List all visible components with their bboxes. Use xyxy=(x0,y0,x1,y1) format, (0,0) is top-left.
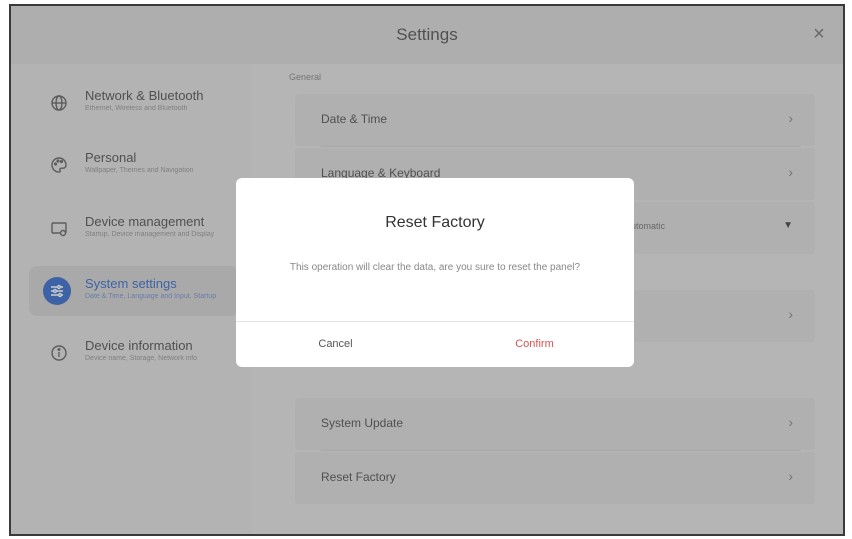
confirm-button[interactable]: Confirm xyxy=(435,321,634,367)
dialog-message: This operation will clear the data, are … xyxy=(289,262,581,273)
dialog-title: Reset Factory xyxy=(385,214,485,231)
reset-factory-dialog: Reset Factory This operation will clear … xyxy=(236,178,634,367)
cancel-button[interactable]: Cancel xyxy=(236,321,435,367)
